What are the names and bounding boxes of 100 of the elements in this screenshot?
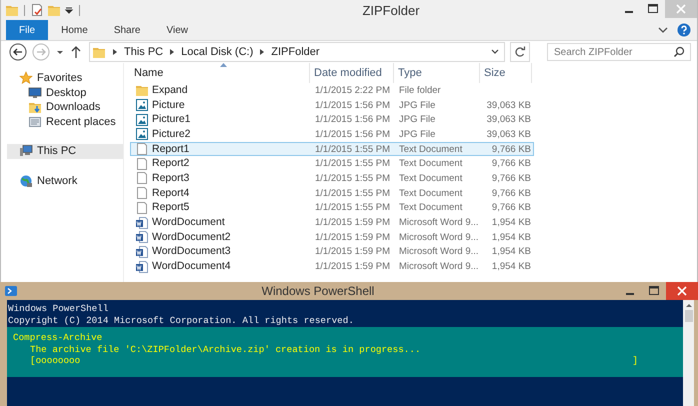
progress-bar-text: [oooooooo	[30, 355, 80, 366]
image-file-icon	[135, 112, 149, 127]
date-cell-text: 1/1/2015 1:55 PM	[314, 201, 391, 214]
type-cell-text: Text Document	[398, 157, 464, 170]
type-cell-text: File folder	[398, 84, 442, 97]
type-cell-text: Text Document	[398, 186, 464, 200]
type-cell-text: Microsoft Word 9...	[398, 245, 480, 258]
size-cell-text: 1,954 KB	[490, 230, 532, 244]
sidebar-item[interactable]: This PC	[7, 144, 123, 158]
column-header[interactable]: Size	[480, 63, 532, 83]
back-icon[interactable]	[9, 43, 27, 61]
type-cell-text: Microsoft Word 9...	[398, 230, 480, 244]
scrollbar[interactable]	[683, 300, 694, 406]
monitor-icon	[28, 86, 42, 100]
type-cell-text: Text Document	[398, 172, 464, 185]
size-cell-text: 9,766 KB	[490, 201, 532, 214]
file-name: Report4	[152, 186, 190, 200]
sidebar-item[interactable]: Desktop	[7, 86, 123, 100]
search-icon[interactable]	[673, 46, 685, 58]
breadcrumb[interactable]: Local Disk (C:)	[181, 46, 254, 58]
recent-places-icon	[28, 114, 42, 129]
file-name: Report2	[152, 157, 190, 170]
chevron-right-icon[interactable]	[258, 47, 266, 57]
column-header[interactable]: Date modified	[310, 63, 394, 83]
file-row[interactable]: Picture2 1/1/2015 1:56 PM JPG File 39,063 KB	[130, 127, 534, 142]
size-cell-text: 39,063 KB	[486, 113, 532, 126]
date-cell-text: 1/1/2015 1:55 PM	[314, 142, 391, 156]
progress-bar-end: ]	[632, 355, 638, 366]
file-row[interactable]: Report5 1/1/2015 1:55 PM Text Document 9,766 KB	[130, 200, 534, 216]
sidebar-item[interactable]: Recent places	[7, 114, 123, 129]
file-name: WordDocument2	[152, 230, 231, 244]
chevron-right-icon[interactable]	[111, 47, 119, 57]
size-cell-text: 9,766 KB	[490, 157, 532, 170]
word-document-icon	[135, 230, 149, 244]
date-cell-text: 1/1/2015 1:55 PM	[314, 172, 391, 185]
console-line: Copyright (C) 2014 Microsoft Corporation. All rights reserved.	[7, 314, 355, 326]
file-row[interactable]: Picture 1/1/2015 1:56 PM JPG File 39,063 KB	[130, 98, 534, 112]
type-cell-text: JPG File	[398, 113, 436, 126]
file-row[interactable]: Picture1 1/1/2015 1:56 PM JPG File 39,063 KB	[130, 112, 534, 128]
file-row[interactable]: WordDocument3 1/1/2015 1:59 PM Microsoft Word 9... 1,954 KB	[130, 244, 534, 260]
file-name: Picture1	[152, 113, 191, 126]
date-cell-text: 1/1/2015 1:59 PM	[314, 230, 391, 244]
folder-icon	[135, 83, 149, 98]
search-field[interactable]: Search ZIPFolder	[547, 43, 691, 61]
date-cell-text: 1/1/2015 1:56 PM	[314, 98, 391, 112]
file-name: Report1	[152, 142, 190, 156]
sidebar-item[interactable]: Favorites	[7, 71, 123, 86]
size-cell-text: 1,954 KB	[490, 216, 532, 230]
file-row[interactable]: WordDocument4 1/1/2015 1:59 PM Microsoft Word 9... 1,954 KB	[130, 259, 534, 274]
file-row[interactable]: Report3 1/1/2015 1:55 PM Text Document 9,766 KB	[130, 171, 534, 186]
file-name: WordDocument3	[152, 245, 231, 258]
file-tab[interactable]: File	[6, 20, 48, 40]
file-row[interactable]: WordDocument2 1/1/2015 1:59 PM Microsoft Word 9... 1,954 KB	[130, 230, 534, 245]
file-name: Report3	[152, 172, 190, 185]
size-cell-text: 9,766 KB	[490, 186, 532, 200]
window-title: Windows PowerShell	[260, 284, 376, 298]
star-icon	[19, 71, 33, 86]
size-cell-text: 39,063 KB	[486, 128, 532, 141]
date-cell-text: 1/1/2015 1:55 PM	[314, 186, 391, 200]
date-cell-text: 1/1/2015 1:59 PM	[314, 245, 391, 258]
chevron-right-icon[interactable]	[168, 47, 176, 57]
file-row[interactable]: Report4 1/1/2015 1:55 PM Text Document 9,766 KB	[130, 186, 534, 200]
file-row[interactable]: Report1 1/1/2015 1:55 PM Text Document 9,766 KB	[130, 142, 534, 156]
size-cell-text: 1,954 KB	[490, 260, 532, 274]
type-cell-text: Text Document	[398, 201, 464, 214]
address-bar[interactable]: This PC Local Disk (C:) ZIPFolder	[89, 42, 505, 62]
word-document-icon	[135, 260, 149, 274]
scroll-thumb[interactable]	[684, 310, 692, 322]
type-cell-text: Microsoft Word 9...	[398, 216, 480, 230]
file-row[interactable]: Report2 1/1/2015 1:55 PM Text Document 9,766 KB	[130, 156, 534, 172]
type-cell-text: Text Document	[398, 142, 464, 156]
console-line: Windows PowerShell	[7, 303, 110, 314]
file-row[interactable]: WordDocument 1/1/2015 1:59 PM Microsoft Word 9... 1,954 KB	[130, 215, 534, 230]
file-name: Picture2	[152, 128, 191, 141]
computer-icon	[19, 144, 33, 158]
powershell-icon[interactable]	[4, 284, 18, 298]
document-icon	[135, 142, 149, 156]
ribbon-tab[interactable]: View	[154, 20, 201, 40]
sidebar-item[interactable]: Downloads	[7, 100, 123, 114]
date-cell-text: 1/1/2015 1:59 PM	[314, 216, 391, 230]
image-file-icon	[135, 98, 149, 112]
file-row[interactable]: Expand 1/1/2015 2:22 PM File folder	[130, 83, 534, 98]
date-cell-text: 1/1/2015 1:56 PM	[314, 113, 391, 126]
help-icon[interactable]	[677, 23, 691, 37]
up-arrow-icon[interactable]	[70, 45, 82, 59]
column-header[interactable]: Type	[394, 63, 480, 83]
properties-icon[interactable]	[30, 3, 44, 17]
type-cell-text: JPG File	[398, 128, 436, 141]
window-title: ZIPFolder	[361, 2, 421, 18]
close-icon[interactable]	[666, 282, 698, 300]
file-name: WordDocument	[152, 216, 225, 230]
size-cell-text: 1,954 KB	[490, 245, 532, 258]
column-header[interactable]: Name	[130, 63, 310, 83]
activity-text: Compress-Archive	[13, 332, 104, 344]
refresh-icon[interactable]	[510, 42, 530, 62]
sidebar-item[interactable]: Network	[7, 174, 123, 188]
ribbon-tab[interactable]: Share	[100, 20, 154, 40]
breadcrumb[interactable]: ZIPFolder	[271, 46, 320, 58]
breadcrumb[interactable]: This PC	[124, 46, 164, 58]
ribbon-tab[interactable]: Home	[48, 20, 101, 40]
